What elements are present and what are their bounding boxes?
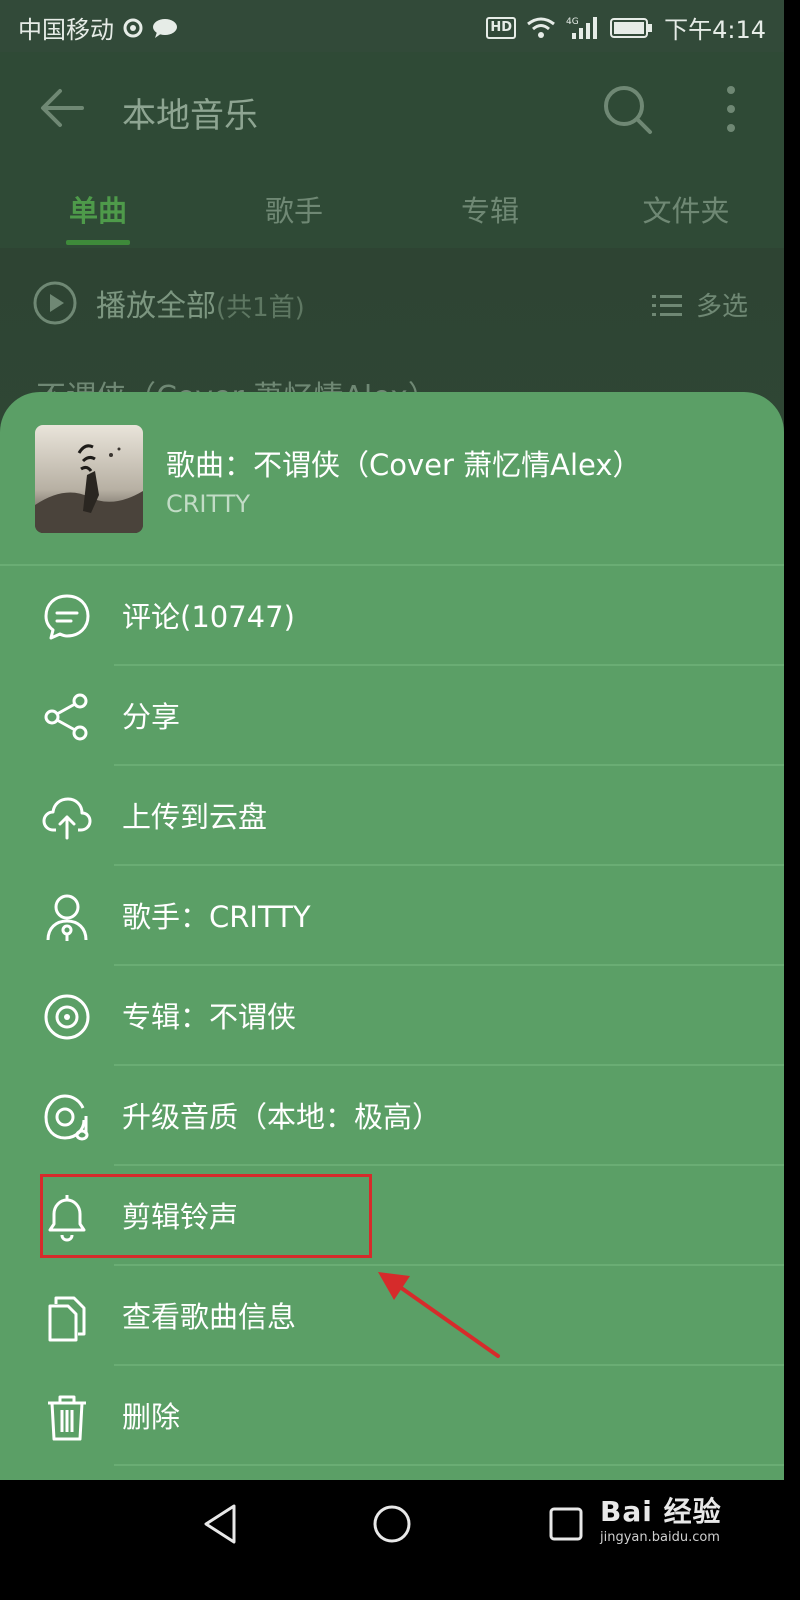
song-count: (共1首) bbox=[216, 293, 305, 323]
menu-item-album[interactable]: 专辑：不谓侠 bbox=[0, 966, 784, 1066]
play-all-label: 播放全部 bbox=[96, 289, 216, 324]
search-icon[interactable] bbox=[600, 82, 654, 136]
song-title: 歌曲：不谓侠（Cover 萧忆情Alex） bbox=[166, 448, 642, 482]
nav-bar: Bai 经验 jingyan.baidu.com bbox=[0, 1480, 784, 1568]
highlight-box bbox=[40, 1174, 372, 1258]
info-docs-icon bbox=[48, 1296, 86, 1342]
song-artist: CRITTY bbox=[166, 490, 251, 518]
nav-recent-icon[interactable] bbox=[548, 1506, 584, 1542]
app-bar: 本地音乐 单曲 歌手 专辑 文件夹 bbox=[0, 52, 784, 248]
quality-icon bbox=[44, 1094, 89, 1141]
page-title: 本地音乐 bbox=[122, 96, 258, 136]
share-icon bbox=[44, 693, 88, 741]
sync-icon bbox=[123, 18, 143, 37]
tab-indicator bbox=[66, 240, 130, 245]
status-bar: 中国移动 HD 4G 下午4:14 bbox=[0, 0, 784, 52]
menu-label: 上传到云盘 bbox=[122, 800, 268, 834]
tab-albums[interactable]: 专辑 bbox=[420, 188, 560, 230]
trash-icon bbox=[48, 1395, 86, 1441]
menu-item-share[interactable]: 分享 bbox=[0, 666, 784, 766]
comment-icon bbox=[44, 594, 90, 640]
list-icon bbox=[651, 294, 682, 316]
nav-back-icon[interactable] bbox=[200, 1502, 240, 1546]
screen: 中国移动 HD 4G 下午4:14 本地音乐 单曲 歌手 专辑 文件夹 播放全部… bbox=[0, 0, 784, 1480]
menu-label: 分享 bbox=[122, 700, 181, 734]
more-vert-icon[interactable] bbox=[716, 82, 746, 136]
nav-home-icon[interactable] bbox=[372, 1504, 412, 1544]
message-icon bbox=[153, 18, 177, 38]
menu-label: 升级音质（本地：极高） bbox=[122, 1100, 442, 1134]
menu-label: 歌手：CRITTY bbox=[122, 900, 311, 934]
menu-item-upload-cloud[interactable]: 上传到云盘 bbox=[0, 766, 784, 866]
wifi-icon bbox=[527, 17, 556, 38]
menu-label: 查看歌曲信息 bbox=[122, 1300, 297, 1334]
multi-select-label: 多选 bbox=[695, 292, 748, 322]
singer-icon bbox=[46, 894, 88, 941]
battery-icon bbox=[610, 17, 653, 38]
tab-artists[interactable]: 歌手 bbox=[224, 188, 364, 230]
net-type-label: 4G bbox=[566, 17, 579, 27]
clock: 下午4:14 bbox=[664, 16, 766, 44]
menu-item-delete[interactable]: 删除 bbox=[0, 1366, 784, 1466]
back-arrow-icon[interactable] bbox=[36, 82, 88, 134]
menu-item-upgrade-quality[interactable]: 升级音质（本地：极高） bbox=[0, 1066, 784, 1166]
tab-folders[interactable]: 文件夹 bbox=[616, 188, 756, 230]
signal-icon: 4G bbox=[566, 16, 598, 39]
album-cover bbox=[35, 425, 143, 533]
play-circle-icon bbox=[33, 281, 77, 325]
tab-bar: 单曲 歌手 专辑 文件夹 bbox=[0, 182, 784, 248]
divider bbox=[114, 1464, 784, 1466]
tab-songs[interactable]: 单曲 bbox=[28, 188, 168, 230]
hd-badge: HD bbox=[486, 16, 517, 39]
menu-label: 删除 bbox=[122, 1400, 181, 1434]
watermark-brand: Bai 经验 bbox=[600, 1495, 722, 1528]
carrier-label: 中国移动 bbox=[18, 16, 114, 44]
cloud-upload-icon bbox=[42, 797, 92, 840]
album-icon bbox=[44, 994, 90, 1040]
sheet-header: 歌曲：不谓侠（Cover 萧忆情Alex） CRITTY bbox=[0, 392, 784, 566]
watermark-url: jingyan.baidu.com bbox=[600, 1530, 720, 1545]
pointer-arrow-icon bbox=[378, 1272, 500, 1358]
menu-item-comments[interactable]: 评论(10747) bbox=[0, 566, 784, 666]
menu-label: 专辑：不谓侠 bbox=[122, 1000, 297, 1034]
multi-select-button[interactable]: 多选 bbox=[651, 286, 748, 323]
watermark: Bai 经验 jingyan.baidu.com bbox=[600, 1490, 722, 1545]
play-all-row[interactable]: 播放全部(共1首) bbox=[32, 280, 305, 326]
menu-label: 评论(10747) bbox=[122, 600, 295, 634]
menu-item-singer[interactable]: 歌手：CRITTY bbox=[0, 866, 784, 966]
